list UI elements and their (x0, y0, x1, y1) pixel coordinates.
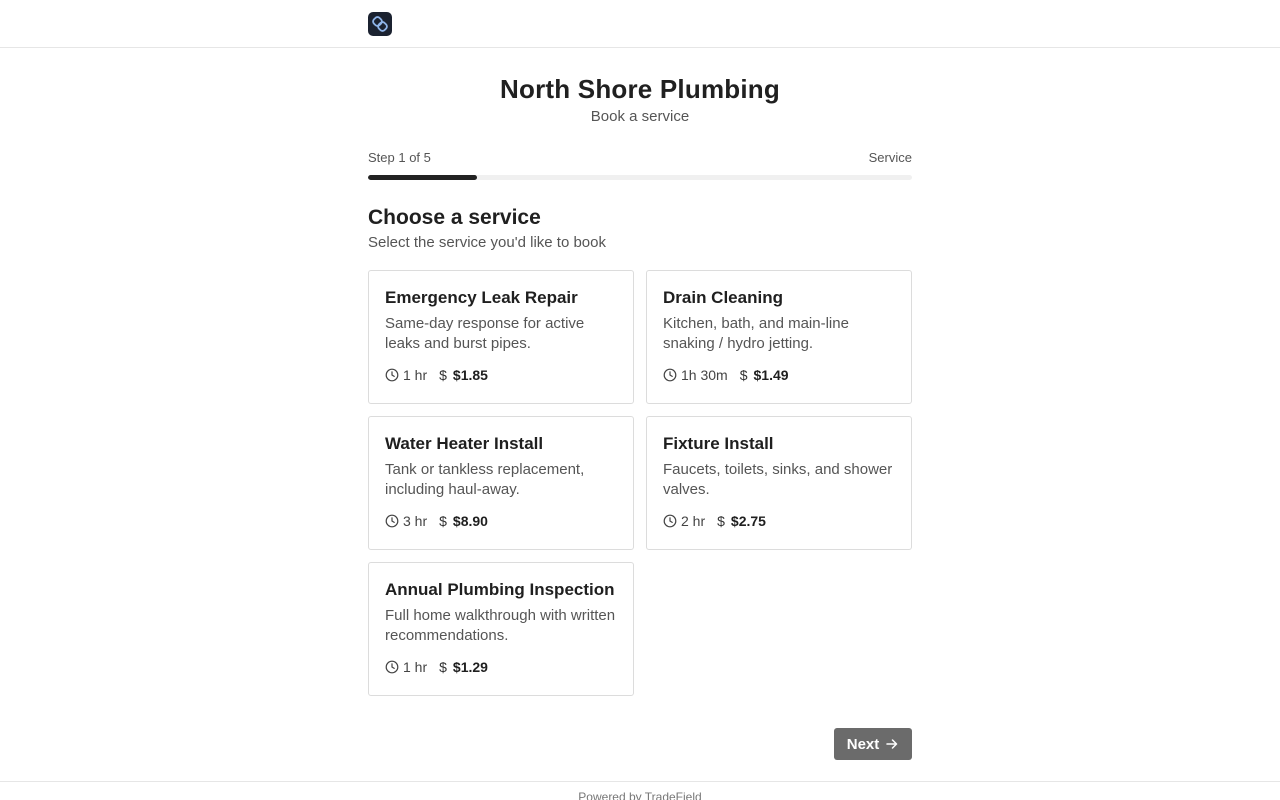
step-name: Service (868, 150, 912, 165)
service-title: Water Heater Install (385, 434, 544, 453)
powered-by-text: Powered by TradeField (578, 790, 702, 800)
dollar-icon: $ (439, 659, 447, 675)
service-card-emergency-leak-repair[interactable]: Emergency Leak Repair Same-day response … (368, 270, 634, 404)
service-card-fixture-install[interactable]: Fixture Install Faucets, toilets, sinks,… (646, 416, 912, 550)
service-description: Faucets, toilets, sinks, and shower valv… (663, 461, 893, 498)
dollar-icon: $ (717, 513, 725, 529)
clock-icon (663, 368, 677, 382)
top-bar (0, 0, 1280, 48)
dollar-icon: $ (739, 367, 748, 383)
service-meta: 1h 30m $ $1.49 (663, 366, 895, 384)
service-price: $1.49 (753, 367, 789, 383)
page-subtitle: Book a service (590, 108, 690, 125)
step-counter: Step 1 of 5 (368, 150, 431, 165)
service-duration: 1h 30m (681, 367, 728, 383)
chain-link-logo-icon (372, 16, 388, 32)
progress-fill (368, 175, 477, 180)
service-description: Same-day response for active leaks and b… (385, 315, 585, 352)
service-card-water-heater-install[interactable]: Water Heater Install Tank or tankless re… (368, 416, 634, 550)
service-title: Fixture Install (663, 434, 774, 453)
booking-container: North Shore Plumbing Book a service Step… (368, 48, 912, 760)
service-description: Full home walkthrough with written recom… (385, 607, 616, 644)
form-actions: Next (368, 728, 912, 760)
service-title: Drain Cleaning (663, 288, 783, 307)
service-duration: 1 hr (403, 367, 428, 383)
section-subtitle: Select the service you'd like to book (368, 234, 606, 251)
section-title: Choose a service (368, 206, 541, 229)
service-card-annual-plumbing-inspection[interactable]: Annual Plumbing Inspection Full home wal… (368, 562, 634, 696)
clock-icon (385, 660, 399, 674)
service-price: $2.75 (730, 513, 766, 529)
footer: Powered by TradeField (0, 781, 1280, 800)
next-button[interactable]: Next (834, 728, 912, 760)
dollar-icon: $ (439, 367, 447, 383)
service-card-drain-cleaning[interactable]: Drain Cleaning Kitchen, bath, and main-l… (646, 270, 912, 404)
service-description: Kitchen, bath, and main-line snaking / h… (663, 315, 849, 352)
progress-bar (368, 175, 912, 180)
service-price: $1.29 (452, 659, 488, 675)
service-price: $1.85 (452, 367, 488, 383)
service-title: Emergency Leak Repair (385, 288, 578, 307)
clock-icon (385, 368, 399, 382)
service-grid: Emergency Leak Repair Same-day response … (368, 270, 912, 696)
dollar-icon: $ (439, 513, 447, 529)
clock-icon (385, 514, 399, 528)
service-description: Tank or tankless replacement, including … (385, 461, 585, 498)
service-duration: 1 hr (403, 659, 428, 675)
stepper-labels: Step 1 of 5 Service (368, 150, 912, 166)
clock-icon (663, 514, 677, 528)
service-title: Annual Plumbing Inspection (385, 580, 615, 599)
service-price: $8.90 (452, 513, 488, 529)
arrow-right-icon (886, 739, 898, 749)
brand-logo[interactable] (368, 12, 392, 36)
service-duration: 2 hr (681, 513, 706, 529)
next-label: Next (846, 735, 880, 753)
service-meta: 1 hr $ $1.85 (385, 366, 617, 384)
service-meta: 2 hr $ $2.75 (663, 512, 895, 530)
service-meta: 3 hr $ $8.90 (385, 512, 617, 530)
business-name: North Shore Plumbing (500, 74, 780, 104)
hero: North Shore Plumbing Book a service (368, 74, 912, 126)
service-meta: 1 hr $ $1.29 (385, 658, 617, 676)
service-duration: 3 hr (403, 513, 428, 529)
